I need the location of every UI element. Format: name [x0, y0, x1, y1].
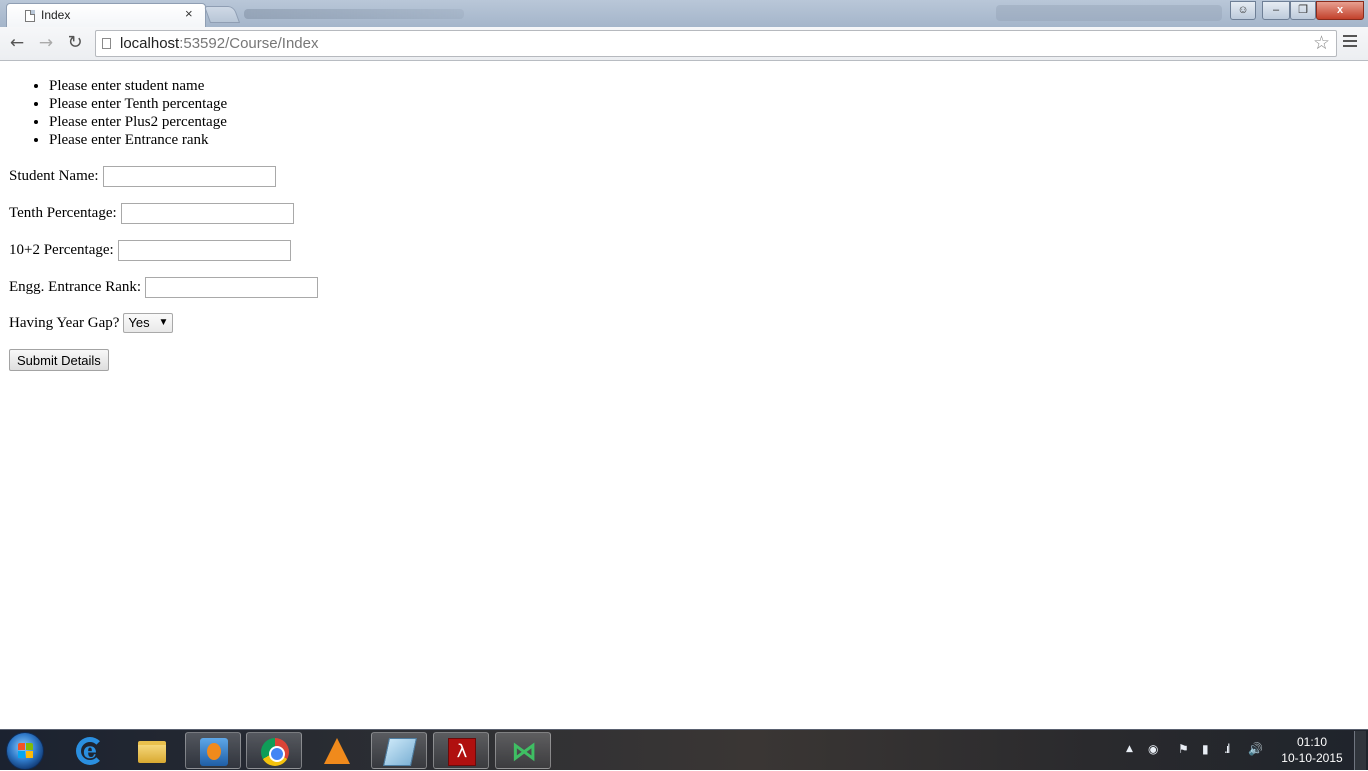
- media-player-taskbar-item[interactable]: [185, 732, 241, 769]
- tenth-percentage-input[interactable]: [120, 203, 294, 224]
- media-player-icon: [200, 738, 228, 766]
- page-icon: [102, 38, 111, 49]
- validation-summary: Please enter student name Please enter T…: [49, 77, 227, 149]
- url-host: localhost: [120, 35, 180, 52]
- student-name-input[interactable]: [102, 166, 276, 187]
- tenth-percentage-row: Tenth Percentage:: [9, 203, 294, 224]
- chrome-icon: [261, 738, 289, 766]
- hamburger-menu-icon[interactable]: [1343, 35, 1357, 49]
- validation-error: Please enter student name: [49, 77, 227, 95]
- browser-tab-index[interactable]: Index ×: [6, 3, 206, 28]
- blurred-titlebar-area: [996, 5, 1222, 21]
- tab-title: Index: [41, 8, 71, 22]
- entrance-rank-input[interactable]: [145, 277, 319, 298]
- action-center-flag-icon[interactable]: ⚑: [1178, 742, 1189, 756]
- folder-icon: [138, 741, 166, 763]
- tab-close-button[interactable]: ×: [185, 6, 193, 21]
- plus2-percentage-label: 10+2 Percentage:: [9, 242, 114, 258]
- plus2-percentage-input[interactable]: [117, 240, 291, 261]
- year-gap-selected-value: Yes: [128, 315, 150, 330]
- notepad-icon: [383, 738, 417, 766]
- tenth-percentage-label: Tenth Percentage:: [9, 205, 117, 221]
- clock-date: 10-10-2015: [1281, 751, 1343, 765]
- chrome-taskbar-item[interactable]: [246, 732, 302, 769]
- power-icon[interactable]: ▮: [1202, 742, 1209, 756]
- browser-titlebar: Index × ☺ – ❐ x: [0, 0, 1368, 28]
- year-gap-row: Having Year Gap? Yes ▼: [9, 313, 174, 333]
- system-clock[interactable]: 01:10 10-10-2015: [1276, 734, 1348, 766]
- adobe-acrobat-icon: λ: [448, 738, 476, 766]
- network-sync-icon[interactable]: ◉: [1148, 742, 1158, 756]
- forward-arrow-icon[interactable]: →: [35, 32, 57, 54]
- internet-explorer-icon: e: [76, 737, 104, 765]
- browser-toolbar: ← → ↻ localhost:53592/Course/Index ☆: [0, 27, 1368, 61]
- minimize-button[interactable]: –: [1262, 1, 1290, 20]
- plus2-percentage-row: 10+2 Percentage:: [9, 240, 291, 261]
- start-button-icon[interactable]: [6, 732, 44, 770]
- back-arrow-icon[interactable]: ←: [6, 32, 28, 54]
- close-window-button[interactable]: x: [1316, 1, 1364, 20]
- year-gap-select[interactable]: Yes ▼: [123, 313, 174, 333]
- student-name-label: Student Name:: [9, 168, 99, 184]
- dropdown-arrow-icon: ▼: [158, 317, 169, 328]
- page-document-icon: [25, 10, 35, 22]
- show-desktop-button[interactable]: [1354, 731, 1366, 770]
- address-bar[interactable]: localhost:53592/Course/Index ☆: [95, 30, 1337, 57]
- page-content: Please enter student name Please enter T…: [0, 62, 1368, 729]
- blurred-window-title: [244, 9, 464, 19]
- adobe-acrobat-taskbar-item[interactable]: λ: [433, 732, 489, 769]
- url-text[interactable]: localhost:53592/Course/Index: [120, 35, 318, 52]
- visual-studio-icon: ⋈: [511, 737, 537, 767]
- reload-icon[interactable]: ↻: [64, 32, 86, 54]
- url-path: :53592/Course/Index: [179, 35, 319, 52]
- year-gap-label: Having Year Gap?: [9, 314, 120, 331]
- notepad-taskbar-item[interactable]: [371, 732, 427, 769]
- internet-explorer-taskbar-item[interactable]: e: [62, 732, 118, 769]
- new-tab-button[interactable]: [203, 6, 241, 23]
- show-hidden-icons-icon[interactable]: ▲: [1126, 744, 1133, 754]
- windows-taskbar: e λ ⋈ ▲ ◉ ⚑ ▮ .ıl 🔊 01:10 10-10-2015: [0, 729, 1368, 770]
- signal-strength-icon[interactable]: .ıl: [1224, 742, 1231, 756]
- user-profile-icon[interactable]: ☺: [1230, 1, 1256, 20]
- entrance-rank-label: Engg. Entrance Rank:: [9, 279, 142, 295]
- entrance-rank-row: Engg. Entrance Rank:: [9, 277, 319, 298]
- student-name-row: Student Name:: [9, 166, 276, 187]
- vlc-taskbar-item[interactable]: [310, 732, 366, 769]
- submit-details-button[interactable]: Submit Details: [9, 349, 109, 371]
- clock-time: 01:10: [1296, 735, 1328, 749]
- volume-icon[interactable]: 🔊: [1248, 742, 1263, 756]
- validation-error: Please enter Tenth percentage: [49, 95, 227, 113]
- bookmark-star-icon[interactable]: ☆: [1313, 32, 1330, 54]
- validation-error: Please enter Entrance rank: [49, 131, 227, 149]
- file-explorer-taskbar-item[interactable]: [124, 732, 180, 769]
- restore-button[interactable]: ❐: [1290, 1, 1316, 20]
- vlc-cone-icon: [324, 738, 350, 764]
- visual-studio-taskbar-item[interactable]: ⋈: [495, 732, 551, 769]
- validation-error: Please enter Plus2 percentage: [49, 113, 227, 131]
